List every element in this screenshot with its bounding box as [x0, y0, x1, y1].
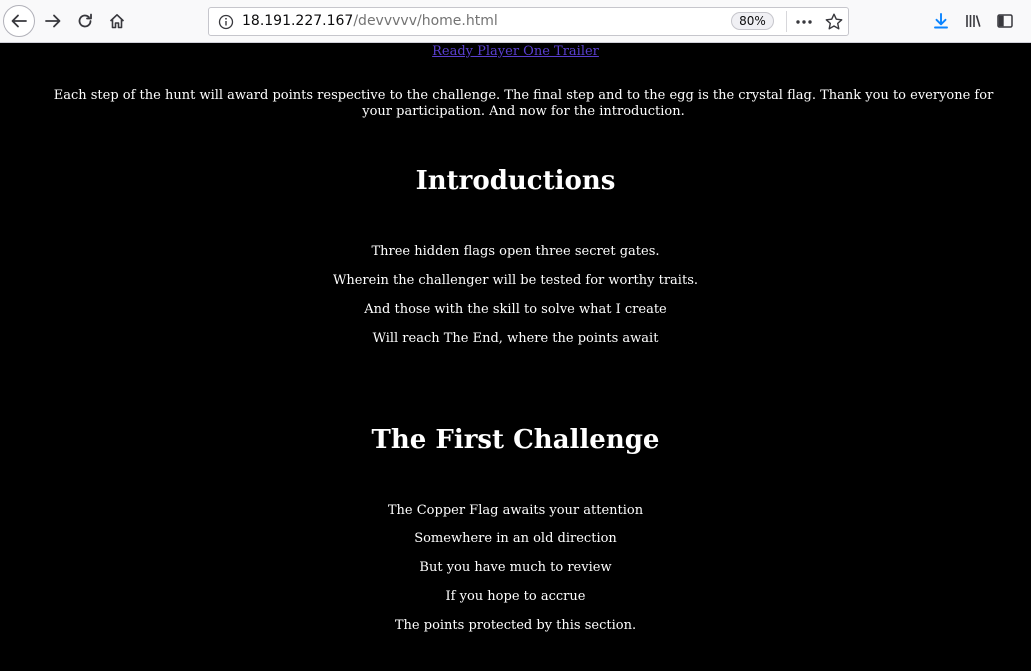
download-icon — [934, 13, 948, 29]
sidebar-button[interactable] — [990, 6, 1020, 36]
address-bar[interactable]: 18.191.227.167/devvvvv/home.html 80% — [208, 7, 849, 36]
zoom-level-badge[interactable]: 80% — [731, 12, 774, 30]
challenge-line: The Copper Flag awaits your attention — [387, 503, 644, 518]
challenge-line: But you have much to review — [419, 560, 612, 575]
intro-paragraph: Each step of the hunt will award points … — [53, 88, 994, 119]
challenge-line: The points protected by this section. — [394, 618, 637, 633]
url-text[interactable]: 18.191.227.167/devvvvv/home.html — [242, 13, 498, 29]
page-actions-menu-icon[interactable] — [794, 12, 814, 36]
reload-icon — [78, 13, 92, 28]
intro-line: Will reach The End, where the points awa… — [372, 331, 659, 346]
back-button[interactable] — [3, 5, 35, 37]
sidebar-icon — [997, 14, 1013, 28]
forward-button[interactable] — [38, 6, 68, 36]
urlbar-divider — [786, 11, 787, 32]
bookmark-star-icon[interactable] — [824, 12, 844, 36]
home-icon — [109, 14, 125, 29]
trailer-link-container: Ready Player One Trailer — [0, 44, 1031, 60]
reload-button[interactable] — [70, 6, 100, 36]
downloads-button[interactable] — [926, 6, 956, 36]
intro-line: Three hidden flags open three secret gat… — [371, 244, 660, 259]
back-arrow-icon — [11, 14, 27, 28]
intro-line: And those with the skill to solve what I… — [364, 302, 667, 317]
trailer-link[interactable]: Ready Player One Trailer — [432, 44, 599, 59]
home-button[interactable] — [102, 6, 132, 36]
site-info-icon[interactable] — [218, 14, 234, 34]
first-challenge-heading: The First Challenge — [371, 425, 660, 455]
intro-line: Wherein the challenger will be tested fo… — [332, 273, 698, 288]
page-content: Ready Player One Trailer Each step of th… — [0, 43, 1031, 671]
challenge-line: If you hope to accrue — [445, 589, 586, 604]
browser-toolbar: 18.191.227.167/devvvvv/home.html 80% — [0, 0, 1031, 43]
library-icon — [966, 15, 981, 27]
introductions-heading: Introductions — [415, 166, 616, 196]
url-path: /devvvvv/home.html — [353, 13, 498, 29]
url-host: 18.191.227.167 — [242, 13, 354, 29]
challenge-line: Somewhere in an old direction — [414, 531, 617, 546]
forward-arrow-icon — [45, 14, 61, 28]
library-button[interactable] — [958, 6, 988, 36]
